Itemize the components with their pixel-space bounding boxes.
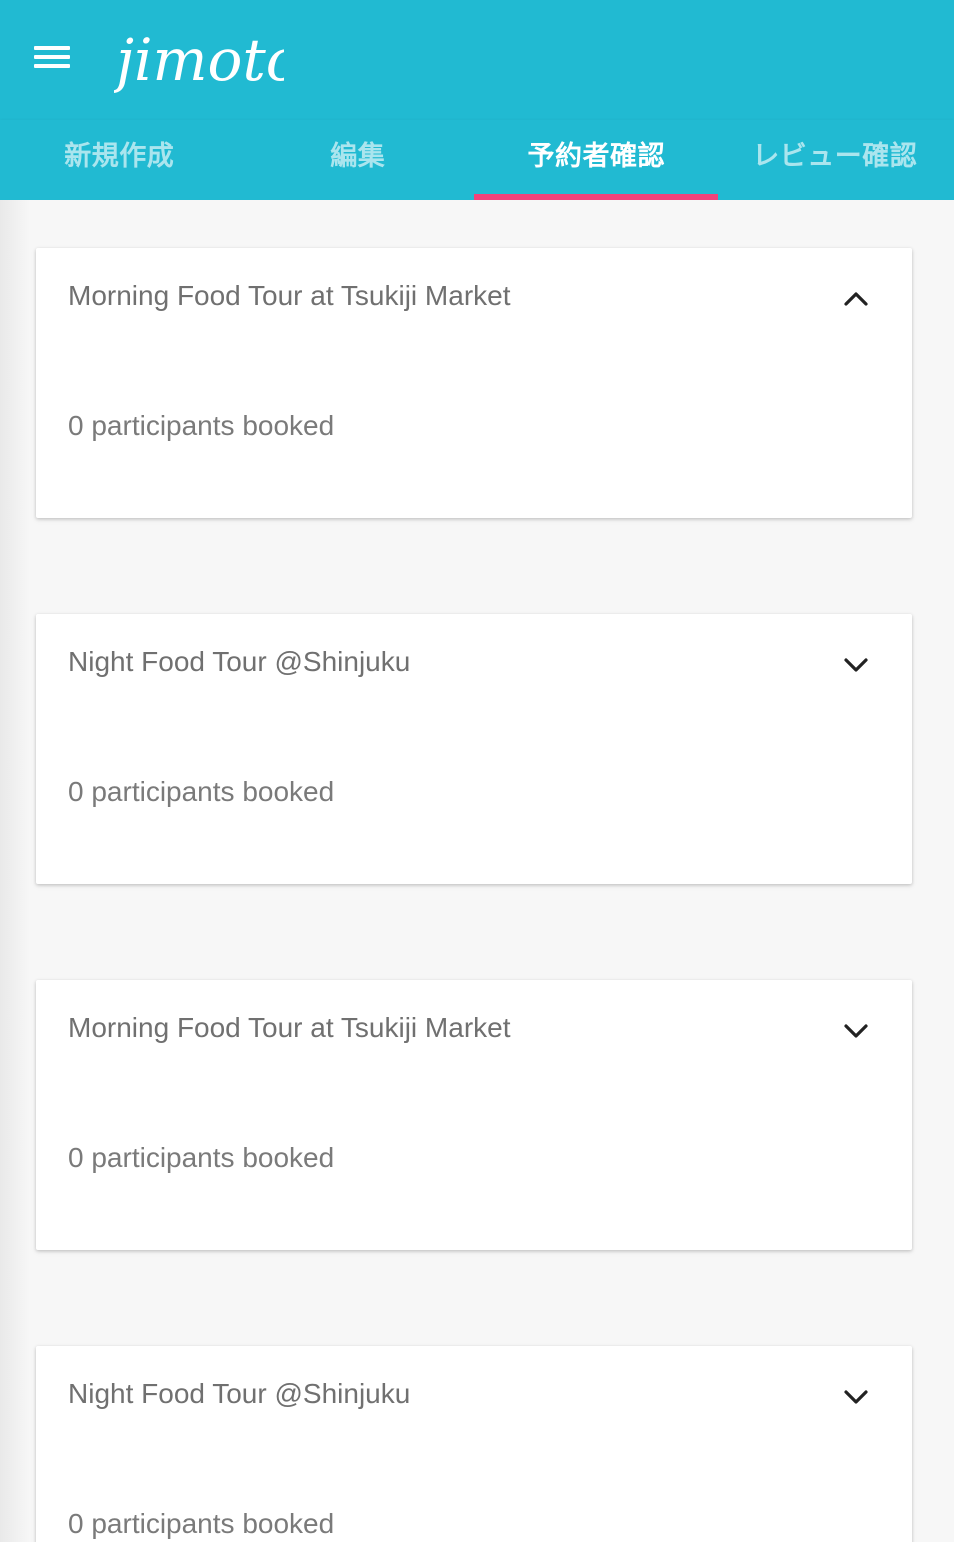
tab-label: 新規作成 <box>64 141 175 172</box>
tour-card[interactable]: Night Food Tour @Shinjuku 0 participants… <box>36 614 912 884</box>
tab-label: 予約者確認 <box>527 141 665 172</box>
tab-new[interactable]: 新規作成 <box>0 120 239 200</box>
tab-label: 編集 <box>330 141 386 172</box>
tab-bar: 新規作成 編集 予約者確認 レビュー確認 <box>0 120 954 200</box>
tab-label: レビュー確認 <box>752 141 918 172</box>
tour-title: Morning Food Tour at Tsukiji Market <box>68 1012 511 1043</box>
chevron-down-icon[interactable] <box>836 650 876 682</box>
chevron-up-icon[interactable] <box>836 284 876 316</box>
tour-list: Morning Food Tour at Tsukiji Market 0 pa… <box>0 200 954 1542</box>
participants-count: 0 participants booked <box>68 1142 335 1173</box>
tour-title: Night Food Tour @Shinjuku <box>68 1378 411 1409</box>
tour-title: Morning Food Tour at Tsukiji Market <box>68 280 511 311</box>
svg-text:jimoto: jimoto <box>114 26 284 94</box>
tour-card[interactable]: Morning Food Tour at Tsukiji Market 0 pa… <box>36 980 912 1250</box>
participants-count: 0 participants booked <box>68 1508 335 1539</box>
tab-bookings[interactable]: 予約者確認 <box>477 120 716 200</box>
tour-title: Night Food Tour @Shinjuku <box>68 646 411 677</box>
hamburger-menu-icon[interactable] <box>30 40 74 74</box>
tab-reviews[interactable]: レビュー確認 <box>716 120 954 200</box>
participants-count: 0 participants booked <box>68 776 335 807</box>
tour-card[interactable]: Night Food Tour @Shinjuku 0 participants… <box>36 1346 912 1542</box>
chevron-down-icon[interactable] <box>836 1016 876 1048</box>
participants-count: 0 participants booked <box>68 410 335 441</box>
jimoto-logo: jimoto <box>114 26 284 94</box>
tab-edit[interactable]: 編集 <box>239 120 478 200</box>
app-bar: jimoto <box>0 0 954 120</box>
chevron-down-icon[interactable] <box>836 1382 876 1414</box>
tour-card[interactable]: Morning Food Tour at Tsukiji Market 0 pa… <box>36 248 912 518</box>
